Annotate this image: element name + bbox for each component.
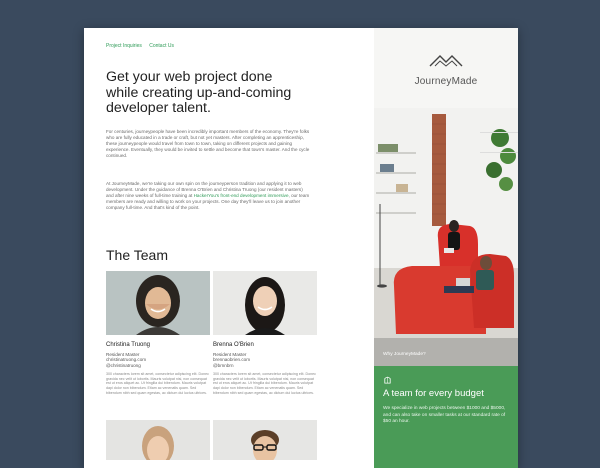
team-card-3 (106, 420, 210, 460)
member-name: Brenna O'Brien (213, 342, 254, 348)
budget-title: A team for every budget (383, 388, 484, 399)
brand-header: JourneyMade (374, 28, 518, 108)
brand-name: JourneyMade (414, 76, 478, 87)
nav-link-contact-us[interactable]: Contact Us (149, 43, 174, 49)
main-column: Project Inquiries Contact Us Get your we… (84, 28, 374, 468)
team-heading: The Team (106, 247, 168, 263)
team-card-christina: Christina Truong Resident Master christi… (106, 271, 210, 395)
member-twitter-link[interactable]: @christinatruong (106, 363, 210, 368)
page-sheet: Project Inquiries Contact Us Get your we… (84, 28, 518, 468)
budget-text: We specialize in web projects between $1… (383, 406, 506, 424)
member-twitter-link[interactable]: @brnnbrn (213, 363, 317, 368)
intro-paragraph-1: For centuries, journeypeople have been i… (106, 129, 310, 158)
top-nav: Project Inquiries Contact Us (106, 43, 180, 49)
intro-paragraph-2: At JourneyMade, we're taking our own spi… (106, 181, 311, 211)
office-photo (374, 108, 518, 366)
sidebar: JourneyMade Why JourneyMade? A team for … (374, 28, 518, 468)
backpack-icon (384, 376, 391, 384)
portrait-brenna (213, 271, 317, 335)
member-details: Resident Master brennaobrien.com @brnnbr… (213, 352, 317, 368)
budget-panel: A team for every budget We specialize in… (374, 366, 518, 468)
mountain-logo-icon (429, 55, 463, 67)
team-card-4 (213, 420, 317, 460)
portrait-christina (106, 271, 210, 335)
hackeryou-link[interactable]: HackerYou's front-end development immers… (194, 193, 289, 198)
portrait-member-3 (106, 420, 210, 460)
member-bio: 300 characters lorem sit amet, consectet… (106, 372, 209, 395)
why-journeymade-link[interactable]: Why JourneyMade? (383, 352, 426, 357)
member-name: Christina Truong (106, 342, 151, 348)
portrait-member-4 (213, 420, 317, 460)
member-details: Resident Master christinatruong.com @chr… (106, 352, 210, 368)
member-bio: 300 characters lorem sit amet, consectet… (213, 372, 316, 395)
nav-link-project-inquiries[interactable]: Project Inquiries (106, 43, 142, 49)
page-headline: Get your web project done while creating… (106, 69, 292, 116)
team-card-brenna: Brenna O'Brien Resident Master brennaobr… (213, 271, 317, 395)
